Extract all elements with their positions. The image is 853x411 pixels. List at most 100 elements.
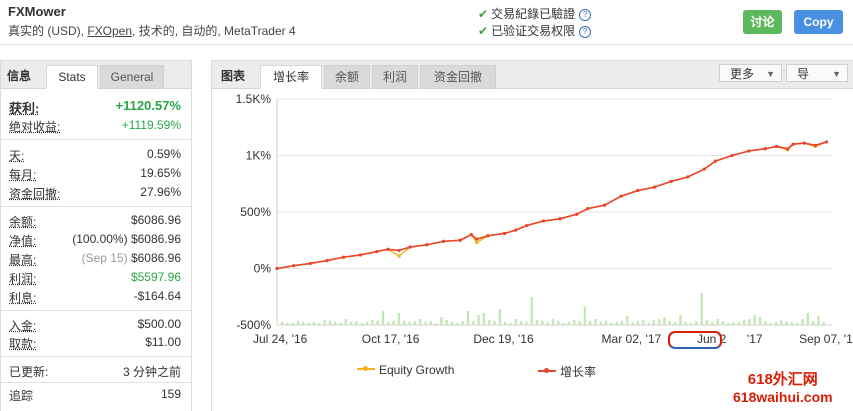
stat-gain: 获利: +1120.57%: [1, 97, 191, 117]
volume-bar: [631, 322, 634, 325]
series-point: [342, 255, 346, 259]
stat-label[interactable]: 利息:: [9, 289, 36, 306]
volume-bar: [371, 320, 374, 325]
series-point: [774, 144, 779, 149]
volume-bar: [748, 319, 751, 325]
volume-bar: [530, 297, 533, 325]
stat-label[interactable]: 获利:: [9, 98, 39, 117]
tab-stats[interactable]: Stats: [46, 65, 98, 89]
volume-bar: [477, 315, 480, 325]
x-tick-label: '17: [747, 332, 763, 346]
highlight-annotation: [668, 331, 722, 349]
volume-bar: [514, 319, 517, 325]
series-point: [791, 142, 795, 146]
account-name: FXMower: [8, 4, 66, 19]
volume-bar: [387, 322, 390, 325]
stat-value: +1119.59%: [121, 118, 181, 132]
legend-growth[interactable]: 增长率: [538, 363, 596, 380]
series-point: [652, 185, 656, 189]
stat-value: $6086.96: [130, 232, 181, 246]
tab-drawdown[interactable]: 资金回撤: [420, 65, 496, 89]
volume-bar: [764, 321, 767, 325]
help-icon[interactable]: ?: [579, 9, 592, 21]
tab-balance[interactable]: 余额: [324, 65, 370, 89]
volume-bar: [583, 307, 586, 325]
volume-bar: [461, 321, 464, 325]
volume-bar: [281, 322, 284, 325]
stat-label[interactable]: 利润:: [9, 270, 36, 287]
help-icon[interactable]: ?: [579, 26, 592, 38]
volume-bar: [700, 293, 703, 325]
export-dropdown[interactable]: 导 ▼: [786, 64, 848, 82]
volume-bar: [424, 322, 427, 325]
series-point: [713, 159, 718, 163]
series-point: [275, 266, 279, 271]
stat-label[interactable]: 绝对收益:: [9, 118, 60, 135]
volume-bar: [796, 323, 799, 325]
volume-bar: [541, 321, 544, 325]
series-point: [602, 203, 607, 207]
series-point: [325, 258, 329, 263]
stat-label[interactable]: 入金:: [9, 317, 36, 334]
stat-label[interactable]: 最高:: [9, 251, 36, 268]
stat-value: +1120.57%: [115, 98, 181, 113]
series-point: [397, 248, 401, 253]
x-tick-label: Jul 24, '16: [253, 332, 308, 346]
volume-bar: [758, 317, 762, 325]
stat-label[interactable]: 资金回撤:: [9, 185, 60, 202]
copy-button[interactable]: Copy: [794, 10, 843, 34]
volume-bar: [403, 321, 406, 325]
chart-grid: [276, 98, 832, 326]
volume-bar: [546, 322, 549, 325]
growth-chart[interactable]: 1.5K% 1K% 500% 0% -500% Jul 24, '16 Oct 17, '…: [212, 89, 853, 359]
volume-bar: [493, 321, 496, 325]
stat-value: 159: [160, 387, 181, 401]
chart-panel: 图表 增长率 余额 利润 资金回撤 更多 ▼ 导 ▼ 1.5K% 1K% 500% 0…: [211, 60, 853, 411]
stat-abs-gain: 绝对收益: +1119.59%: [1, 117, 191, 135]
stat-label[interactable]: 天:: [9, 147, 24, 164]
chart-tabs: 图表 增长率 余额 利润 资金回撤 更多 ▼ 导 ▼: [212, 61, 853, 89]
broker-link[interactable]: FXOpen: [87, 24, 132, 38]
stat-label[interactable]: 净值:: [9, 232, 36, 249]
stat-label[interactable]: 每月:: [9, 166, 36, 183]
chart-series: [275, 140, 829, 271]
volume-bar: [435, 323, 438, 325]
series-point: [514, 228, 518, 232]
series-point: [747, 149, 751, 153]
stat-updated: 已更新: 3 分钟之前: [1, 362, 191, 380]
series-point: [702, 167, 706, 171]
volume-bar: [679, 315, 682, 325]
volume-bar: [472, 321, 475, 325]
series-point: [358, 253, 362, 257]
tab-info[interactable]: 信息: [7, 65, 31, 87]
series-point: [824, 140, 829, 144]
stat-label[interactable]: 取款:: [9, 335, 36, 352]
series-point: [375, 249, 379, 254]
discuss-button[interactable]: 讨论: [743, 10, 782, 34]
watermark-line-1: 618外汇网: [747, 371, 818, 388]
volume-bar: [567, 322, 570, 325]
volume-bar: [440, 317, 443, 325]
series-point: [636, 188, 640, 193]
volume-bar: [350, 322, 353, 325]
account-details: , 技术的, 自动的, MetaTrader 4: [132, 24, 296, 38]
chevron-down-icon: ▼: [766, 69, 775, 79]
volume-bar: [652, 320, 655, 325]
tab-chart[interactable]: 图表: [221, 65, 245, 87]
stat-profit: 利润: $5597.96: [1, 269, 191, 287]
series-point: [475, 237, 479, 241]
tab-general[interactable]: General: [100, 65, 164, 89]
volume-bar: [392, 321, 395, 325]
stat-label[interactable]: 余额:: [9, 213, 36, 230]
stat-value: $500.00: [137, 317, 181, 331]
y-axis-ticks: 1.5K% 1K% 500% 0% -500%: [236, 92, 272, 332]
stat-deposits: 入金: $500.00: [1, 316, 191, 334]
watermark: 618外汇网 618waihui.com: [733, 368, 833, 405]
more-dropdown[interactable]: 更多 ▼: [719, 64, 782, 82]
legend-marker: [538, 367, 556, 375]
volume-bar: [689, 323, 693, 325]
tab-profit[interactable]: 利润: [372, 65, 418, 89]
stat-drawdown: 资金回撤: 27.96%: [1, 184, 191, 202]
legend-equity-growth[interactable]: Equity Growth: [357, 363, 454, 377]
tab-growth[interactable]: 增长率: [260, 65, 322, 89]
